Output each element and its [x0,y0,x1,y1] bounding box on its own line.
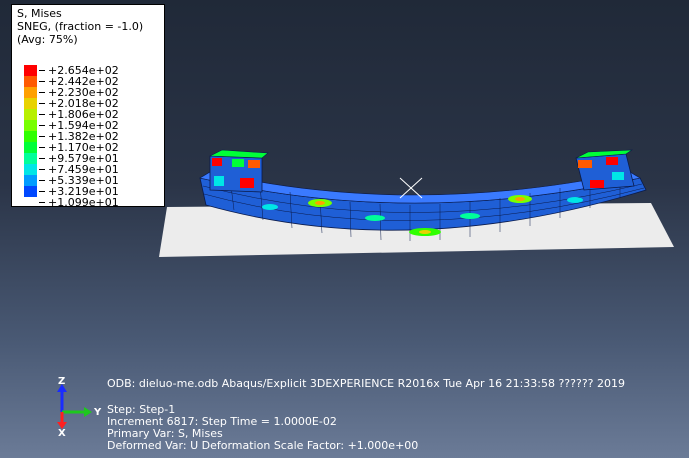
legend-tick [39,103,45,104]
primary-var-info: Primary Var: S, Mises [107,427,223,440]
right-loading-block [575,149,635,191]
legend-tick [39,147,45,148]
axis-triad [57,384,92,429]
legend-swatch [24,175,37,186]
legend-tick [39,169,45,170]
legend-subtitle: SNEG, (fraction = -1.0) [17,20,144,33]
legend-swatch [24,186,37,197]
legend-swatch [24,87,37,98]
legend-swatch [24,164,37,175]
legend-swatch [24,109,37,120]
triad-x-label: X [58,428,66,439]
legend-swatch [24,153,37,164]
deformed-var-info: Deformed Var: U Deformation Scale Factor… [107,439,419,452]
legend-averaging: (Avg: 75%) [17,33,78,46]
legend-tick [39,191,45,192]
legend-tick [39,92,45,93]
legend-title: S, Mises [17,7,62,20]
increment-info: Increment 6817: Step Time = 1.0000E-02 [107,415,337,428]
legend-tick [39,158,45,159]
legend-swatch [24,76,37,87]
legend-tick [39,202,45,203]
legend-tick [39,81,45,82]
legend-tick [39,180,45,181]
legend-swatch [24,131,37,142]
legend-swatch [24,120,37,131]
legend-tick [39,70,45,71]
legend-swatch [24,98,37,109]
step-info: Step: Step-1 [107,403,176,416]
legend-tick [39,125,45,126]
left-loading-block [209,149,269,193]
legend-tick [39,114,45,115]
odb-info-line: ODB: dieluo-me.odb Abaqus/Explicit 3DEXP… [107,377,625,390]
legend-swatch [24,142,37,153]
legend-swatch [24,65,37,76]
legend-level-label: +1.099e+01 [48,196,119,209]
legend-tick [39,136,45,137]
triad-z-label: Z [58,376,66,387]
contour-legend: S, Mises SNEG, (fraction = -1.0) (Avg: 7… [11,4,165,209]
triad-y-label: Y [94,407,102,418]
